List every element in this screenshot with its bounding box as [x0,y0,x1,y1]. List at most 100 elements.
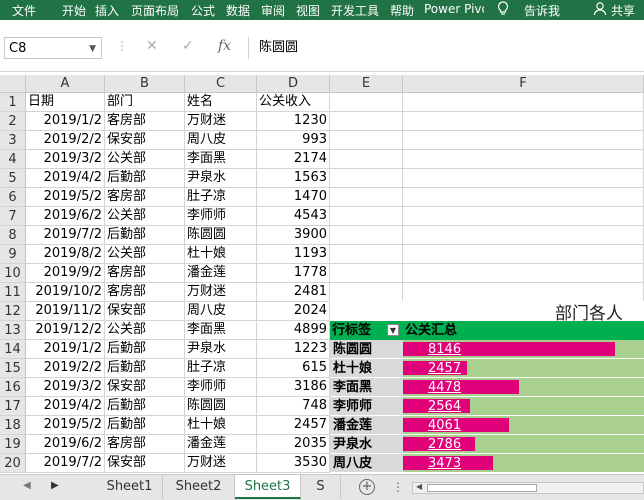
cell-e[interactable] [330,131,403,150]
ribbon-tab-insert[interactable]: 插入 [95,2,119,19]
cell-d[interactable]: 公关收入 [257,93,330,112]
cell-a[interactable]: 2019/4/2 [26,397,105,416]
cell-d[interactable]: 1230 [257,112,330,131]
sheet-tab-sheet2[interactable]: Sheet2 [163,475,235,499]
cell-e[interactable] [330,112,403,131]
cell-a[interactable]: 2019/10/2 [26,283,105,302]
row-header[interactable]: 11 [0,283,26,302]
cell-b[interactable]: 保安部 [105,454,185,473]
cell-e[interactable] [330,245,403,264]
cell-a[interactable]: 2019/7/2 [26,454,105,473]
cell-b[interactable]: 部门 [105,93,185,112]
column-header-f[interactable]: F [403,75,644,93]
cell-a[interactable]: 2019/12/2 [26,321,105,340]
cell-d[interactable]: 1470 [257,188,330,207]
cell-e[interactable] [330,150,403,169]
row-header[interactable]: 4 [0,150,26,169]
cancel-icon[interactable]: ✕ [146,38,158,54]
cell-b[interactable]: 后勤部 [105,226,185,245]
ribbon-tab-file[interactable]: 文件 [12,2,36,19]
column-header-d[interactable]: D [257,75,330,93]
pivot-row-name[interactable]: 潘金莲 [330,416,403,435]
row-header[interactable]: 5 [0,169,26,188]
cell-b[interactable]: 后勤部 [105,169,185,188]
cell-f[interactable] [403,112,644,131]
cell-f[interactable] [403,226,644,245]
row-header[interactable]: 7 [0,207,26,226]
cell-e[interactable] [330,169,403,188]
cell-a[interactable]: 2019/5/2 [26,416,105,435]
cell-c[interactable]: 尹泉水 [185,340,257,359]
pivot-value-cell[interactable]: 2457 [403,359,644,378]
cell-d[interactable]: 3530 [257,454,330,473]
cell-c[interactable]: 万财迷 [185,454,257,473]
cell-b[interactable]: 客房部 [105,264,185,283]
scrollbar-thumb[interactable] [427,484,537,492]
ribbon-tab-power-pivot[interactable]: Power Pivot [424,2,484,16]
cell-c[interactable]: 李师师 [185,207,257,226]
ribbon-tab-data[interactable]: 数据 [226,2,250,19]
cell-b[interactable]: 公关部 [105,150,185,169]
cell-c[interactable]: 肚子凉 [185,359,257,378]
cell-b[interactable]: 后勤部 [105,397,185,416]
filter-dropdown-icon[interactable]: ▼ [387,324,399,336]
cell-c[interactable]: 陈圆圆 [185,226,257,245]
cell-a[interactable]: 2019/2/2 [26,359,105,378]
cell-d[interactable]: 3900 [257,226,330,245]
ribbon-tab-home[interactable]: 开始 [62,2,86,19]
row-header[interactable]: 10 [0,264,26,283]
cell-d[interactable]: 4899 [257,321,330,340]
cell-a[interactable]: 2019/2/2 [26,131,105,150]
row-header[interactable]: 13 [0,321,26,340]
chevron-down-icon[interactable]: ▼ [89,38,96,60]
ribbon-tab-page-layout[interactable]: 页面布局 [131,2,179,19]
cell-d[interactable]: 3186 [257,378,330,397]
row-header[interactable]: 3 [0,131,26,150]
scroll-left-icon[interactable]: ◀ [416,482,422,491]
pivot-value-cell[interactable]: 3473 [403,454,644,473]
cell-b[interactable]: 公关部 [105,207,185,226]
cell-c[interactable]: 姓名 [185,93,257,112]
pivot-row-name[interactable]: 周八皮 [330,454,403,473]
row-header[interactable]: 17 [0,397,26,416]
pivot-row-name[interactable]: 李师师 [330,397,403,416]
cell-a[interactable]: 2019/3/2 [26,150,105,169]
cell-d[interactable]: 748 [257,397,330,416]
cell-f[interactable] [403,169,644,188]
cell-b[interactable]: 保安部 [105,302,185,321]
sheet-tab-more[interactable]: S [301,475,341,499]
cell-a[interactable]: 2019/9/2 [26,264,105,283]
cell-c[interactable]: 潘金莲 [185,435,257,454]
next-sheet-icon[interactable]: ▶ [51,480,59,491]
ribbon-tab-help[interactable]: 帮助 [390,2,414,19]
sheet-tab-sheet3[interactable]: Sheet3 [235,475,301,499]
pivot-value-cell[interactable]: 2564 [403,397,644,416]
pivot-row-name[interactable]: 尹泉水 [330,435,403,454]
cell-f[interactable] [403,93,644,112]
cell-f[interactable] [403,207,644,226]
share-button[interactable]: 共享 [611,2,635,19]
ribbon-tab-view[interactable]: 视图 [296,2,320,19]
prev-sheet-icon[interactable]: ◀ [23,480,31,491]
cell-a[interactable]: 2019/6/2 [26,207,105,226]
worksheet-grid[interactable]: A B C D E F 1 日期 部门 姓名 公关收入 2 2019/1/2 客房部 万财迷 12… [0,75,644,474]
cell-c[interactable]: 李面黑 [185,150,257,169]
cell-c[interactable]: 陈圆圆 [185,397,257,416]
row-header[interactable]: 2 [0,112,26,131]
cell-d[interactable]: 615 [257,359,330,378]
cell-f[interactable] [403,188,644,207]
cell-f[interactable] [403,245,644,264]
row-header[interactable]: 8 [0,226,26,245]
cell-f[interactable] [403,150,644,169]
sheet-tab-sheet1[interactable]: Sheet1 [97,475,163,499]
cell-b[interactable]: 保安部 [105,378,185,397]
row-header[interactable]: 6 [0,188,26,207]
row-header[interactable]: 1 [0,93,26,112]
cell-e[interactable] [330,264,403,283]
row-header[interactable]: 12 [0,302,26,321]
cell-c[interactable]: 杜十娘 [185,416,257,435]
cell-c[interactable]: 李面黑 [185,321,257,340]
row-header[interactable]: 16 [0,378,26,397]
pivot-value-cell[interactable]: 4061 [403,416,644,435]
cell-e[interactable] [330,188,403,207]
